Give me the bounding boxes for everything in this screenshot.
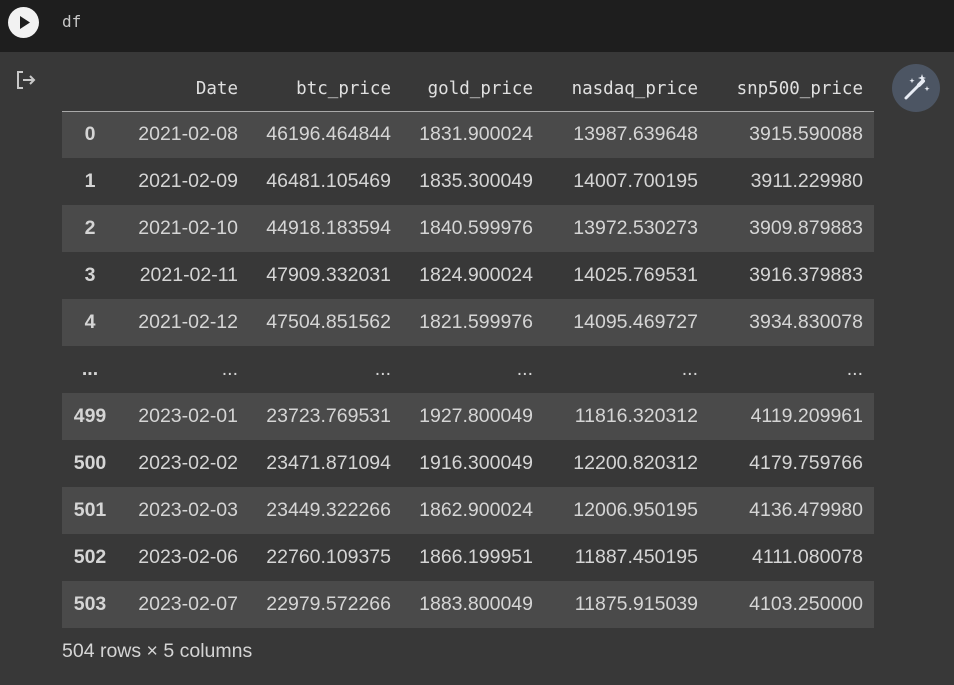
table-row: 503 2023-02-07 22979.572266 1883.800049 1187… <box>62 581 874 628</box>
play-icon <box>20 16 30 29</box>
table-cell: 13972.530273 <box>573 217 698 239</box>
table-row: 501 2023-02-03 23449.322266 1862.900024 1200… <box>62 487 874 534</box>
magic-wand-button[interactable] <box>892 64 940 112</box>
table-cell: 2023-02-06 <box>138 546 238 568</box>
table-header-row: Date btc_price gold_price nasdaq_price s… <box>62 65 874 112</box>
table-cell: 1883.800049 <box>419 593 533 615</box>
table-cell: ... <box>374 358 391 380</box>
row-index-cell: 501 <box>73 499 107 521</box>
table-row: 1 2021-02-09 46481.105469 1835.300049 14007.… <box>62 158 874 205</box>
row-index-cell: 3 <box>84 264 96 286</box>
table-cell: 4179.759766 <box>749 452 863 474</box>
table-cell: 3916.379883 <box>749 264 863 286</box>
table-cell: 2023-02-07 <box>138 593 238 615</box>
table-cell: 11875.915039 <box>574 593 698 615</box>
row-index-cell: 499 <box>73 405 107 427</box>
table-cell: ... <box>221 358 238 380</box>
table-cell: 4136.479980 <box>749 499 863 521</box>
table-cell: ... <box>846 358 863 380</box>
table-cell: 2021-02-11 <box>139 264 238 286</box>
row-index-cell: 503 <box>73 593 107 615</box>
column-header-index <box>62 65 118 112</box>
table-cell: 46481.105469 <box>266 170 391 192</box>
table-cell: 1831.900024 <box>419 123 533 146</box>
table-row: 500 2023-02-02 23471.871094 1916.300049 1220… <box>62 440 874 487</box>
row-index-cell: 4 <box>84 311 96 333</box>
row-index-cell: 1 <box>84 170 96 192</box>
table-cell: 2021-02-08 <box>138 123 238 146</box>
table-cell: 1927.800049 <box>419 405 533 427</box>
column-header-btc-price: btc_price <box>249 65 402 112</box>
dataframe-shape: 504 rows × 5 columns <box>62 640 253 662</box>
table-cell: 1824.900024 <box>419 264 533 286</box>
table-cell: 22760.109375 <box>266 546 391 568</box>
output-exit-icon[interactable] <box>14 68 38 92</box>
table-cell: 4111.080078 <box>752 546 863 568</box>
table-cell: 2021-02-10 <box>138 217 238 239</box>
table-cell: 47504.851562 <box>266 311 391 333</box>
table-cell: 11887.450195 <box>574 546 698 568</box>
table-cell: 4119.209961 <box>750 405 863 427</box>
row-index-cell: 2 <box>84 217 96 239</box>
table-cell: 14025.769531 <box>573 264 698 286</box>
table-cell: 1916.300049 <box>419 452 533 474</box>
table-cell: 12006.950195 <box>573 499 698 521</box>
table-row: 499 2023-02-01 23723.769531 1927.800049 1181… <box>62 393 874 440</box>
table-cell: 11816.320312 <box>574 405 698 427</box>
table-row: .................. <box>62 346 874 393</box>
code-cell[interactable]: df <box>0 0 954 52</box>
table-cell: 2021-02-12 <box>138 311 238 333</box>
column-header-gold-price: gold_price <box>402 65 544 112</box>
table-cell: 3934.830078 <box>749 311 863 333</box>
row-index-cell: ... <box>81 358 99 380</box>
table-cell: 47909.332031 <box>266 264 391 286</box>
dataframe-table: Date btc_price gold_price nasdaq_price s… <box>62 65 874 628</box>
table-cell: 2023-02-02 <box>138 452 238 474</box>
table-cell: 46196.464844 <box>266 123 391 146</box>
column-header-snp500-price: snp500_price <box>709 65 874 112</box>
row-index-cell: 500 <box>73 452 107 474</box>
table-row: 2 2021-02-10 44918.183594 1840.599976 13972.… <box>62 205 874 252</box>
table-cell: 1835.300049 <box>419 170 533 192</box>
table-cell: 3911.229980 <box>750 170 863 192</box>
row-index-cell: 0 <box>84 123 96 146</box>
table-cell: 22979.572266 <box>266 593 391 615</box>
run-cell-button[interactable] <box>8 7 39 38</box>
table-cell: 3915.590088 <box>749 123 863 146</box>
table-cell: 2021-02-09 <box>138 170 238 192</box>
table-row: 4 2021-02-12 47504.851562 1821.599976 14095.… <box>62 299 874 346</box>
column-header-date: Date <box>118 65 249 112</box>
column-header-nasdaq-price: nasdaq_price <box>544 65 709 112</box>
table-cell: 4103.250000 <box>749 593 863 615</box>
table-cell: 12200.820312 <box>573 452 698 474</box>
row-index-cell: 502 <box>73 546 107 568</box>
table-cell: 2023-02-01 <box>138 405 238 427</box>
table-row: 502 2023-02-06 22760.109375 1866.199951 1188… <box>62 534 874 581</box>
table-cell: 1840.599976 <box>419 217 533 239</box>
code-editor[interactable]: df <box>62 10 81 34</box>
table-cell: 23471.871094 <box>266 452 391 474</box>
magic-wand-icon <box>904 74 930 100</box>
table-cell: 13987.639648 <box>573 123 698 146</box>
table-row: 3 2021-02-11 47909.332031 1824.900024 14025.… <box>62 252 874 299</box>
table-cell: 1821.599976 <box>419 311 533 333</box>
table-cell: 14007.700195 <box>573 170 698 192</box>
table-cell: 1862.900024 <box>419 499 533 521</box>
table-cell: 44918.183594 <box>266 217 391 239</box>
table-cell: 2023-02-03 <box>138 499 238 521</box>
table-cell: ... <box>681 358 698 380</box>
table-cell: 23449.322266 <box>266 499 391 521</box>
cell-output: Date btc_price gold_price nasdaq_price s… <box>0 52 954 685</box>
table-cell: ... <box>516 358 533 380</box>
table-cell: 1866.199951 <box>419 546 533 568</box>
table-cell: 23723.769531 <box>266 405 391 427</box>
table-row: 0 2021-02-08 46196.464844 1831.900024 13987.… <box>62 111 874 158</box>
table-cell: 14095.469727 <box>573 311 698 333</box>
table-cell: 3909.879883 <box>749 217 863 239</box>
